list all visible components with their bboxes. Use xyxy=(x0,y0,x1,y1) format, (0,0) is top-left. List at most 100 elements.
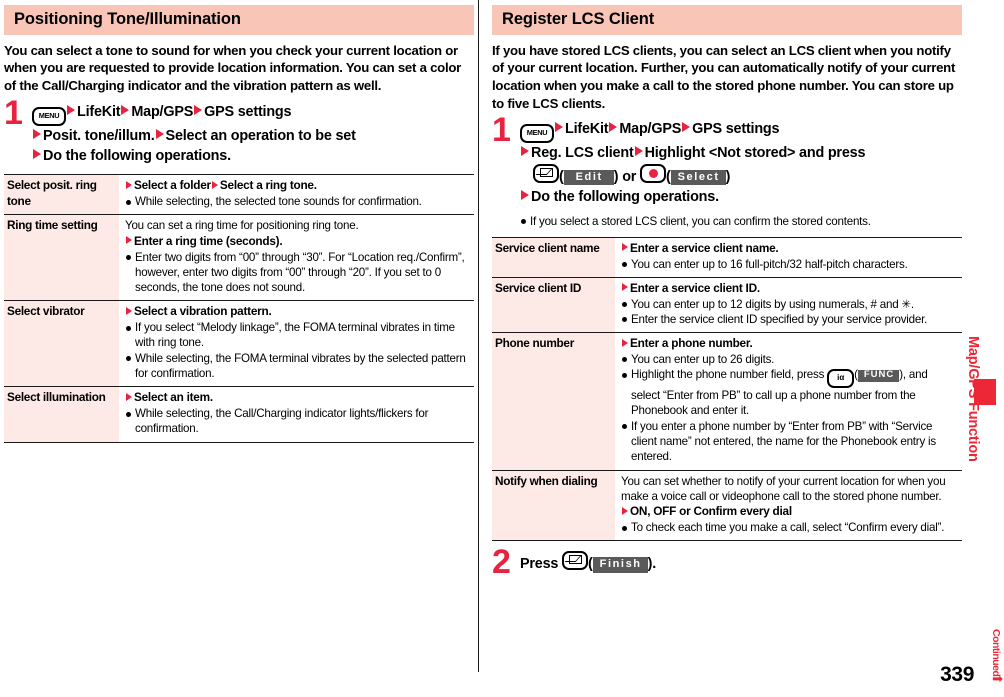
row-body: Enter a service client name. You can ent… xyxy=(615,236,962,278)
continued-arrow-icon: ➡ xyxy=(992,671,1003,686)
right-intro-paragraph: If you have stored LCS clients, you can … xyxy=(492,42,956,111)
right-step-1-line-1: MENU LifeKit Map/GPS GPS settings xyxy=(520,119,962,144)
row-body-heading-part: Select a ring tone. xyxy=(219,178,317,193)
row-body-heading-part: Select a folder xyxy=(134,178,211,193)
left-step-1-select-operation: Select an operation to be set xyxy=(165,127,356,144)
row-note: While selecting, the FOMA terminal vibra… xyxy=(125,351,470,382)
arrow-icon xyxy=(622,506,628,515)
arrow-icon xyxy=(126,236,132,245)
arrow-icon xyxy=(121,104,130,115)
arrow-icon xyxy=(521,190,529,201)
right-sidebar: Map/GPS Function Continued ➡ xyxy=(965,0,1004,697)
continued-label: Continued xyxy=(990,628,1002,676)
row-body-heading: Enter a phone number. xyxy=(621,336,958,352)
right-step-1-line-3: (Edit) or (Select) xyxy=(520,163,962,187)
right-step-1-line-4: Do the following operations. xyxy=(520,187,962,207)
right-step-1-reg-lcs: Reg. LCS client xyxy=(531,145,634,162)
row-label: Select posit. ring tone xyxy=(4,174,119,215)
left-step-1: 1 MENU LifeKit Map/GPS GPS settings Posit. … xyxy=(4,96,474,167)
row-note: While selecting, the Call/Charging indic… xyxy=(125,406,470,437)
left-step-1-line-1: MENU LifeKit Map/GPS GPS settings xyxy=(32,102,474,126)
right-step-1: 1 MENU LifeKit Map/GPS GPS settings Reg. LC… xyxy=(492,113,962,229)
row-body-lead: You can set a ring time for positioning … xyxy=(125,219,359,233)
right-step-2-number: 2 xyxy=(492,543,511,582)
row-note-func: Highlight the phone number field, press … xyxy=(621,367,958,419)
row-body: Select a vibration pattern. If you selec… xyxy=(119,300,474,387)
right-section-header: Register LCS Client xyxy=(492,5,962,35)
row-label: Notify when dialing xyxy=(492,469,615,542)
right-step-1-do-following: Do the following operations. xyxy=(531,189,719,206)
row-body: You can set a ring time for positioning … xyxy=(119,214,474,301)
arrow-icon xyxy=(33,128,41,139)
left-intro-paragraph: You can select a tone to sound for when … xyxy=(4,42,462,93)
select-key-icon xyxy=(640,163,666,183)
func-key-icon: iα xyxy=(827,369,855,389)
arrow-icon xyxy=(682,122,691,133)
row-label: Service client name xyxy=(492,236,615,278)
row-body-heading-part: Select a vibration pattern. xyxy=(134,304,272,319)
mail-key-icon xyxy=(533,163,559,183)
row-body-heading-part: Enter a service client name. xyxy=(630,240,779,255)
table-row: Service client ID Enter a service client… xyxy=(492,276,962,333)
row-label: Ring time setting xyxy=(4,214,119,301)
row-body-heading-part: Enter a ring time (seconds). xyxy=(134,233,283,248)
chapter-tab-label: Map/GPS Function xyxy=(965,336,981,462)
row-body-heading: ON, OFF or Confirm every dial xyxy=(621,504,958,520)
mail-key-icon xyxy=(562,551,589,571)
row-label: Phone number xyxy=(492,332,615,471)
arrow-icon xyxy=(622,338,628,347)
table-row: Notify when dialing You can set whether … xyxy=(492,469,962,542)
arrow-icon xyxy=(126,306,132,315)
right-step-2-line: Press (Finish). xyxy=(520,551,962,574)
center-key-dot-icon xyxy=(648,168,658,178)
left-step-1-line-2: Posit. tone/illum. Select an operation to… xyxy=(32,126,474,146)
row-note: If you enter a phone number by “Enter fr… xyxy=(621,419,958,465)
right-step-1-lifekit: LifeKit xyxy=(565,121,609,138)
row-note: You can enter up to 16 full-pitch/32 hal… xyxy=(621,257,958,272)
arrow-icon xyxy=(622,283,628,292)
left-step-1-line-3: Do the following operations. xyxy=(32,146,474,166)
left-step-1-number: 1 xyxy=(4,93,23,132)
table-row: Service client name Enter a service clie… xyxy=(492,236,962,278)
menu-key-icon: MENU xyxy=(32,106,66,126)
row-body-lead: You can set whether to notify of your cu… xyxy=(621,474,946,504)
left-spec-table: Select posit. ring tone Select a folder S… xyxy=(4,174,474,443)
row-body-heading: Select a folder Select a ring tone. xyxy=(125,178,470,194)
row-body-heading-part: Enter a service client ID. xyxy=(630,280,760,295)
manual-page: Positioning Tone/Illumination You can se… xyxy=(0,0,1004,697)
row-body-heading: Enter a ring time (seconds). xyxy=(125,234,470,250)
row-note: You can enter up to 26 digits. xyxy=(621,352,958,367)
row-body-heading: Select a vibration pattern. xyxy=(125,304,470,320)
arrow-icon xyxy=(521,146,529,157)
envelope-icon xyxy=(539,167,553,177)
table-row: Phone number Enter a phone number. You c… xyxy=(492,332,962,471)
row-note: If you select “Melody linkage”, the FOMA… xyxy=(125,320,470,351)
row-note: To check each time you make a call, sele… xyxy=(621,520,958,535)
finish-softkey-chip: Finish xyxy=(592,557,648,574)
right-spec-table: Service client name Enter a service clie… xyxy=(492,236,962,542)
page-number: 339 xyxy=(940,663,974,686)
row-body-heading: Enter a service client ID. xyxy=(621,281,958,297)
arrow-icon xyxy=(155,128,164,139)
arrow-icon xyxy=(194,104,203,115)
left-step-1-posit-tone: Posit. tone/illum. xyxy=(43,127,155,144)
row-body: You can set whether to notify of your cu… xyxy=(615,469,962,542)
right-step-1-note: If you select a stored LCS client, you c… xyxy=(520,214,962,229)
row-note: Enter the service client ID specified by… xyxy=(621,312,958,327)
right-column: Register LCS Client If you have stored L… xyxy=(492,0,962,579)
func-note-pre: Highlight the phone number field, press xyxy=(631,368,825,382)
right-step-2: 2 Press (Finish). xyxy=(492,545,962,579)
arrow-icon xyxy=(634,146,643,157)
row-body-heading-part: ON, OFF or Confirm every dial xyxy=(630,504,792,519)
arrow-icon xyxy=(622,243,628,252)
arrow-icon xyxy=(67,104,75,115)
row-body: Select an item. While selecting, the Cal… xyxy=(119,386,474,443)
row-label: Select illumination xyxy=(4,386,119,443)
left-step-1-gpssettings: GPS settings xyxy=(204,103,292,120)
press-label: Press xyxy=(520,556,559,573)
menu-key-icon: MENU xyxy=(520,124,554,144)
row-body-heading-part: Select an item. xyxy=(134,390,213,405)
edit-softkey-chip: Edit xyxy=(563,169,614,186)
row-note: While selecting, the selected tone sound… xyxy=(125,194,470,209)
row-body: Enter a phone number. You can enter up t… xyxy=(615,332,962,471)
